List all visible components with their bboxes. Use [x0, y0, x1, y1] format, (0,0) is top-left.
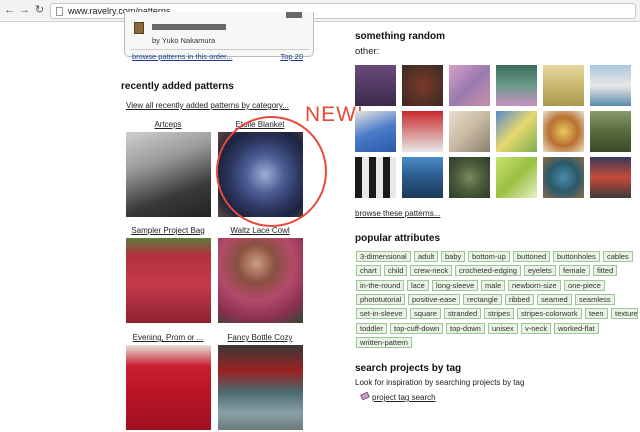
attribute-tag[interactable]: in-the-round [356, 279, 405, 291]
random-thumb[interactable] [355, 65, 396, 106]
pattern-title-waltz-lace-cowl[interactable]: Waltz Lace Cowl [210, 226, 310, 235]
pattern-image-sampler-project-bag[interactable] [126, 238, 211, 323]
attribute-tag[interactable]: buttonholes [553, 251, 600, 262]
attribute-tag[interactable]: female [559, 265, 590, 277]
something-random-heading: something random [355, 31, 446, 42]
attribute-tag[interactable]: unisex [488, 322, 518, 334]
attribute-tag[interactable]: seamless [575, 293, 615, 305]
pattern-image-waltz-lace-cowl[interactable] [218, 238, 303, 323]
tag-icon [360, 391, 370, 401]
attribute-tag[interactable]: top-cuff-down [390, 322, 444, 334]
attribute-tag[interactable]: stranded [444, 308, 482, 320]
attribute-tag[interactable]: 3-dimensional [356, 251, 411, 262]
attribute-tag[interactable]: seamed [537, 293, 572, 305]
pattern-image-artceps[interactable] [126, 132, 211, 217]
pattern-title-evening-prom[interactable]: Evening, Prom or ... [118, 333, 218, 342]
top-patterns-box: by Yuko Nakamura browse patterns in this… [124, 12, 314, 61]
attribute-tag[interactable]: fitted [593, 265, 618, 277]
pattern-image-fancy-bottle-cozy[interactable] [218, 345, 303, 430]
attribute-tag[interactable]: stripes [484, 308, 515, 320]
divider [131, 49, 309, 50]
attribute-tag[interactable]: male [481, 279, 506, 291]
search-description: Look for inspiration by searching projec… [355, 378, 525, 387]
browser-toolbar: ← → ↻ www.ravelry.com/patterns [0, 0, 640, 22]
attribute-tag[interactable]: toddler [356, 322, 387, 334]
attribute-tag[interactable]: buttoned [513, 251, 551, 262]
attribute-tag[interactable]: bottom-up [468, 251, 510, 262]
new-annotation-circle [216, 116, 327, 227]
random-thumb[interactable] [496, 65, 537, 106]
attribute-tag[interactable]: top-down [446, 322, 485, 334]
attribute-tag[interactable]: positive-ease [408, 293, 461, 305]
recent-patterns-heading: recently added patterns [121, 81, 234, 92]
attribute-tag[interactable]: teen [585, 308, 608, 320]
book-thumbnail[interactable] [134, 22, 144, 34]
attribute-tag[interactable]: one-piece [564, 279, 605, 291]
attribute-tag[interactable]: written-pattern [356, 336, 412, 348]
reload-icon[interactable]: ↻ [33, 4, 46, 17]
random-thumb[interactable] [355, 111, 396, 152]
attribute-tag[interactable]: chart [356, 265, 381, 277]
random-thumb[interactable] [449, 65, 490, 106]
browse-order-link[interactable]: browse patterns in this order... [132, 52, 232, 61]
browse-these-link[interactable]: browse these patterns... [355, 209, 440, 218]
popular-attributes-heading: popular attributes [355, 233, 441, 244]
random-thumb[interactable] [543, 157, 584, 198]
random-thumb[interactable] [402, 65, 443, 106]
attribute-tag[interactable]: eyelets [524, 265, 556, 277]
random-thumb[interactable] [449, 111, 490, 152]
random-thumb[interactable] [590, 157, 631, 198]
book-count-clipped [286, 12, 302, 18]
attribute-tag[interactable]: v-neck [521, 322, 552, 334]
attribute-tag[interactable]: phototutorial [356, 293, 406, 305]
random-thumb[interactable] [355, 157, 396, 198]
random-thumb[interactable] [402, 157, 443, 198]
attribute-tag[interactable]: baby [441, 251, 466, 262]
pattern-title-fancy-bottle-cozy[interactable]: Fancy Bottle Cozy [210, 333, 310, 342]
random-thumb[interactable] [543, 65, 584, 106]
attribute-tag[interactable]: stripes-colorwork [517, 308, 582, 320]
attribute-tag[interactable]: long-sleeve [432, 279, 479, 291]
attribute-tag[interactable]: crew-neck [410, 265, 453, 277]
attribute-tag[interactable]: newborn-size [508, 279, 561, 291]
attribute-tag[interactable]: set-in-sleeve [356, 308, 407, 320]
attribute-tag[interactable]: lace [407, 279, 429, 291]
attribute-tag[interactable]: crocheted-edging [455, 265, 521, 277]
attribute-tag[interactable]: child [384, 265, 408, 277]
attribute-tag[interactable]: ribbed [505, 293, 534, 305]
attribute-tag[interactable]: square [410, 308, 441, 320]
pattern-title-sampler-project-bag[interactable]: Sampler Project Bag [118, 226, 218, 235]
top20-link[interactable]: Top 20 [280, 52, 303, 61]
random-thumb[interactable] [543, 111, 584, 152]
book-title-clipped [152, 24, 226, 30]
random-thumb[interactable] [496, 157, 537, 198]
random-thumb[interactable] [449, 157, 490, 198]
random-thumb[interactable] [590, 111, 631, 152]
attribute-tag[interactable]: adult [414, 251, 439, 262]
book-author: by Yuko Nakamura [152, 36, 216, 45]
project-tag-search-link[interactable]: project tag search [372, 393, 436, 402]
page-icon [56, 7, 63, 16]
pattern-image-evening-prom[interactable] [126, 345, 211, 430]
forward-arrow-icon[interactable]: → [18, 4, 31, 17]
attribute-tag[interactable]: textured [611, 308, 638, 320]
random-thumb[interactable] [496, 111, 537, 152]
random-thumb[interactable] [402, 111, 443, 152]
random-thumb[interactable] [590, 65, 631, 106]
attribute-tag[interactable]: worked-flat [554, 322, 599, 334]
search-projects-heading: search projects by tag [355, 363, 462, 374]
attribute-tag[interactable]: cables [603, 251, 633, 262]
back-arrow-icon[interactable]: ← [3, 4, 16, 17]
view-all-link[interactable]: View all recently added patterns by cate… [126, 101, 289, 110]
other-label: other: [355, 46, 380, 57]
pattern-title-artceps[interactable]: Artceps [118, 120, 218, 129]
attribute-tag[interactable]: rectangle [463, 293, 502, 305]
